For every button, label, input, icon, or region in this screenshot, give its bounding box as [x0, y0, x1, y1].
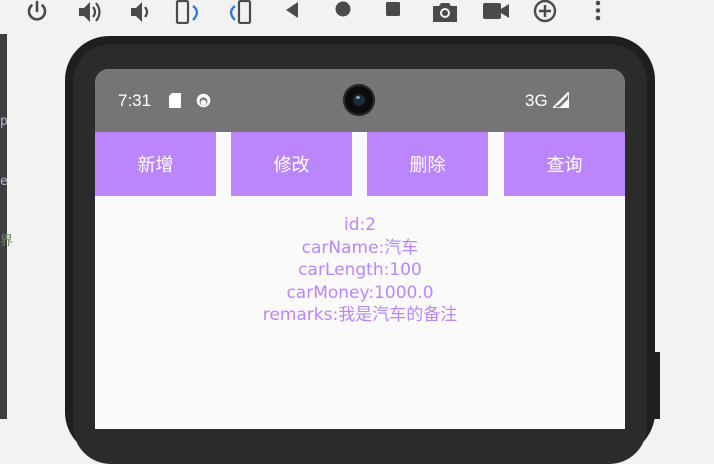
- volume-down-icon[interactable]: [128, 0, 156, 24]
- ide-text-fragment: e: [0, 174, 8, 189]
- zoom-icon[interactable]: [531, 0, 559, 24]
- phone-screen: 7:31 3G 新增 修改 删除 查询 id:2 carName:汽车 carL…: [95, 69, 625, 429]
- emulator-toolbar: [0, 0, 714, 34]
- rotate-left-icon[interactable]: [174, 0, 202, 24]
- add-button[interactable]: 新增: [95, 132, 216, 196]
- delete-button[interactable]: 删除: [367, 132, 488, 196]
- back-icon[interactable]: [280, 0, 308, 24]
- signal-icon: [551, 90, 570, 109]
- ide-text-fragment: p: [0, 114, 8, 129]
- video-icon[interactable]: [482, 0, 510, 24]
- edit-button[interactable]: 修改: [231, 132, 352, 196]
- ide-text-fragment: 界: [0, 234, 14, 249]
- home-icon[interactable]: [330, 0, 358, 24]
- record-id: id:2: [343, 215, 377, 235]
- record-car-money: carMoney:1000.0: [286, 282, 434, 303]
- status-bar: 7:31 3G: [95, 69, 625, 132]
- more-icon[interactable]: [584, 0, 612, 24]
- camera-icon[interactable]: [431, 0, 459, 24]
- app-notification-icon: [196, 93, 211, 108]
- sd-card-icon: [169, 93, 181, 108]
- front-camera: [343, 84, 375, 116]
- volume-up-icon[interactable]: [76, 0, 104, 24]
- car-record: id:2 carName:汽车 carLength:100 carMoney:1…: [95, 214, 625, 327]
- query-button[interactable]: 查询: [504, 132, 625, 196]
- ide-side-strip: p e 界: [0, 34, 13, 419]
- status-time: 7:31: [118, 91, 152, 110]
- power-icon[interactable]: [23, 0, 51, 24]
- action-button-row: 新增 修改 删除 查询: [95, 132, 625, 196]
- network-type: 3G: [525, 91, 548, 110]
- rotate-right-icon[interactable]: [226, 0, 254, 24]
- record-car-name: carName:汽车: [301, 237, 419, 258]
- record-car-length: carLength:100: [298, 260, 422, 280]
- overview-icon[interactable]: [381, 0, 409, 24]
- record-remarks: remarks:我是汽车的备注: [262, 305, 458, 325]
- phone-side-button: [654, 352, 660, 419]
